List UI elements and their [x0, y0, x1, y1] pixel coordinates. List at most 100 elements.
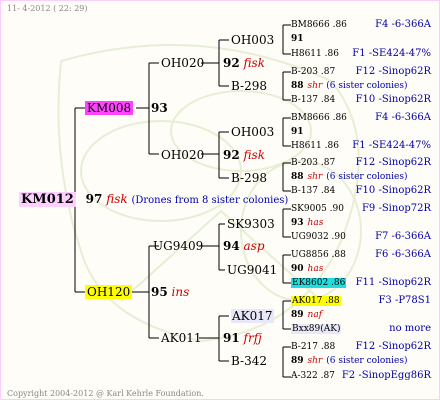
l3-b2[interactable]: B-298 [231, 171, 267, 185]
right-row-id: BM8666 .86 [291, 20, 347, 30]
mid-4-num: 91 [223, 331, 240, 345]
right-row[interactable]: BM8666 .86 [291, 19, 347, 31]
right-row-line: F2 -SinopEgg86R [341, 370, 431, 381]
right-row-note: (6 sister colonies) [326, 356, 408, 366]
mid-2-num: 92 [223, 148, 240, 162]
right-row-id: UG9032 .90 [291, 232, 346, 242]
right-row-id: SK9005 .90 [291, 204, 344, 214]
right-row[interactable]: B-137 .84 [291, 185, 335, 197]
right-row[interactable]: EK8602 .86 [291, 277, 347, 289]
right-row[interactable]: BM8666 .86 [291, 112, 347, 124]
right-row[interactable]: 89 naf [291, 309, 322, 321]
l3-c2[interactable]: UG9041 [227, 263, 277, 277]
right-row[interactable]: UG9032 .90 [291, 231, 346, 243]
right-row-note: (6 sister colonies) [326, 172, 408, 182]
mid-3-num: 94 [223, 239, 240, 253]
right-row[interactable]: 91 [291, 126, 304, 138]
right-row-id: 93 [291, 218, 304, 228]
right-row-id: B-203 .87 [291, 67, 336, 77]
right-row-id: B-137 .84 [291, 186, 336, 196]
root-node[interactable]: KM012 97 fisk (Drones from 8 sister colo… [19, 192, 288, 207]
right-row-id: H8611 .86 [291, 49, 339, 59]
right-row-line: F4 -6-366A [375, 112, 431, 123]
right-row-id: 91 [291, 34, 304, 44]
right-row-tag: shr [307, 81, 323, 91]
root-note: (Drones from 8 sister colonies) [131, 195, 289, 206]
sire-node[interactable]: OH120 [85, 285, 133, 299]
root-num: 97 [85, 192, 103, 206]
dam-num: 93 [151, 101, 168, 115]
right-row[interactable]: B-137 .84 [291, 94, 335, 106]
right-row[interactable]: AK017 .88 [291, 295, 341, 307]
right-row-tag: naf [307, 310, 323, 320]
l3-b1[interactable]: OH003 [231, 125, 274, 139]
mid-3: 94 asp [223, 239, 265, 253]
grand-1[interactable]: OH020 [161, 56, 204, 70]
mid-1-num: 92 [223, 56, 240, 70]
mid-1-tag: fisk [243, 56, 265, 70]
right-row-line: no more [389, 323, 431, 334]
root-tag: fisk [106, 192, 128, 206]
root-name: KM012 [19, 192, 76, 207]
right-row-line: F12 -Sinop62R [355, 157, 431, 168]
sire-name: OH120 [85, 285, 133, 299]
l3-a1[interactable]: OH003 [231, 33, 274, 47]
pedigree-chart: 11- 4-2012 ( 22: 29) KM012 97 fisk (Dron… [0, 0, 440, 400]
l3-d1[interactable]: AK017 [231, 309, 274, 323]
right-row[interactable]: B-203 .87 [291, 157, 335, 169]
right-row[interactable]: UG8856 .88 [291, 249, 346, 261]
right-row-line: F10 -Sinop62R [355, 185, 431, 196]
mid-2: 92 fisk [223, 148, 265, 162]
right-row[interactable]: Bxx89(AK) [291, 323, 342, 335]
right-row-line: F12 -Sinop62R [355, 341, 431, 352]
right-row[interactable]: H8611 .86 [291, 48, 339, 60]
right-row-id: A-322 .87 [291, 371, 335, 381]
right-row-id: H8611 .86 [291, 141, 339, 151]
l3-a2[interactable]: B-298 [231, 79, 267, 93]
mid-4: 91 frfj [223, 331, 262, 345]
dam-name: KM008 [85, 101, 134, 115]
right-row-id: 88 [291, 172, 304, 182]
right-row[interactable]: 88 shr (6 sister colonies) [291, 80, 407, 92]
grand-4[interactable]: AK011 [161, 331, 202, 345]
right-row-id: AK017 .88 [291, 296, 341, 306]
right-row-tag: has [307, 218, 324, 228]
grand-3[interactable]: UG9409 [153, 239, 203, 253]
right-row[interactable]: 90 has [291, 263, 323, 275]
right-row-tag: shr [307, 172, 323, 182]
right-row-id: Bxx89(AK) [291, 324, 342, 334]
right-row[interactable]: H8611 .86 [291, 140, 339, 152]
right-row-id: 88 [291, 81, 304, 91]
right-row-line: F6 -6-366A [375, 249, 431, 260]
right-row[interactable]: 93 has [291, 217, 323, 229]
mid-1: 92 fisk [223, 56, 265, 70]
dam-node[interactable]: KM008 [85, 101, 134, 115]
l3-d2[interactable]: B-342 [231, 354, 267, 368]
right-row-id: BM8666 .86 [291, 113, 347, 123]
right-row[interactable]: SK9005 .90 [291, 203, 344, 215]
grand-2[interactable]: OH020 [161, 148, 204, 162]
header-timestamp: 11- 4-2012 ( 22: 29) [7, 4, 88, 13]
right-row-line: F7 -6-366A [375, 231, 431, 242]
l3-c1[interactable]: SK9303 [227, 217, 275, 231]
sire-num: 95 [151, 285, 168, 299]
right-row-id: 89 [291, 310, 304, 320]
right-row[interactable]: A-322 .87 [291, 370, 335, 382]
sire-num-tag: 95 ins [151, 285, 189, 299]
footer-copyright: Copyright 2004-2012 @ Karl Kehrle Founda… [7, 389, 204, 398]
right-row[interactable]: B-217 .88 [291, 341, 335, 353]
right-row[interactable]: 88 shr (6 sister colonies) [291, 171, 407, 183]
right-row[interactable]: 91 [291, 33, 304, 45]
right-row-line: F12 -Sinop62R [355, 66, 431, 77]
right-row[interactable]: B-203 .87 [291, 66, 335, 78]
mid-3-tag: asp [243, 239, 265, 253]
right-row-line: F10 -Sinop62R [355, 94, 431, 105]
right-row-line: F9 -Sinop72R [361, 203, 431, 214]
right-row-id: 90 [291, 264, 304, 274]
right-row-line: F1 -SE424-47% [352, 140, 431, 151]
right-row-note: (6 sister colonies) [326, 81, 408, 91]
right-row[interactable]: 89 shr (6 sister colonies) [291, 355, 407, 367]
right-row-id: 89 [291, 356, 304, 366]
sire-tag: ins [171, 285, 190, 299]
right-row-tag: has [307, 264, 324, 274]
